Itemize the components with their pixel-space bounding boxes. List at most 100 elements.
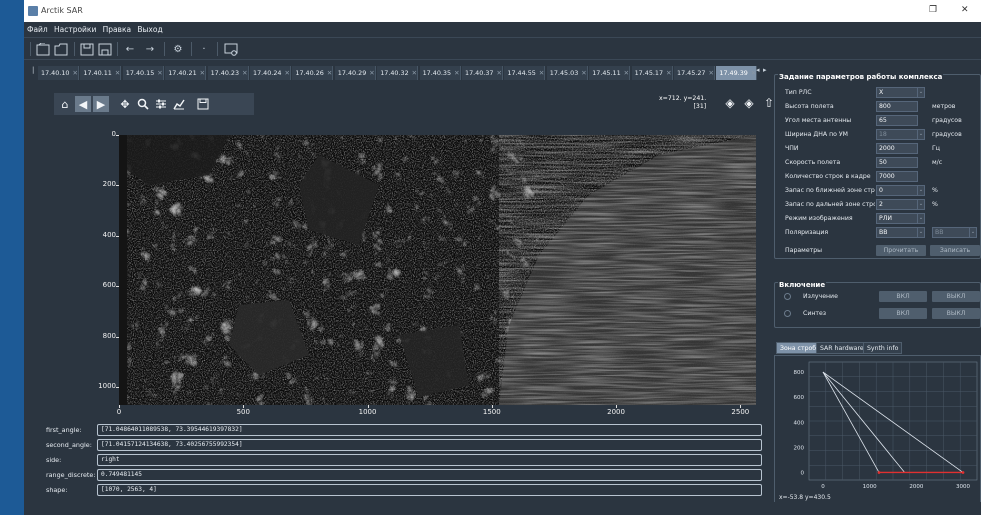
plot-toolbar: ⌂ ◀ ▶ ✥ <box>54 93 254 115</box>
tab-close-icon[interactable]: ✕ <box>72 69 77 77</box>
tab-close-icon[interactable]: ✕ <box>412 69 417 77</box>
param-value-field[interactable]: 0 <box>876 185 918 196</box>
tab-file[interactable]: 17.45.27 ✕ <box>674 66 715 80</box>
close-button[interactable]: ✕ <box>961 5 969 15</box>
tab-file[interactable]: 17.45.03 ✕ <box>546 66 588 80</box>
spin-arrow-icon[interactable]: ⌄ <box>918 129 925 140</box>
tab-close-icon[interactable]: ✕ <box>624 69 629 77</box>
tab-file[interactable]: 17.40.35 ✕ <box>419 66 461 80</box>
param-value-field[interactable]: 50 <box>876 157 918 168</box>
back-icon[interactable]: ◀ <box>75 96 91 112</box>
emission-off-button[interactable]: ВЫКЛ <box>932 291 980 302</box>
tab-file[interactable]: 17.40.11 ✕ <box>80 66 122 80</box>
param-value-field[interactable]: 18 <box>876 129 918 140</box>
forward-arrow-icon[interactable]: → <box>142 41 158 57</box>
spin-arrow-icon[interactable]: ⌄ <box>918 185 925 196</box>
dot-icon[interactable]: · <box>196 41 212 57</box>
tab-scroll-right-icon[interactable]: ▸ <box>763 66 767 74</box>
menu-edit[interactable]: Правка <box>103 22 132 38</box>
shape-field[interactable]: [1070, 2563, 4] <box>97 484 762 496</box>
tab-file[interactable]: 17.40.24 ✕ <box>250 66 291 80</box>
param-value-field[interactable]: ВВ <box>876 227 918 238</box>
param-value-field[interactable]: 65 <box>876 115 918 126</box>
menu-exit[interactable]: Выход <box>137 22 162 38</box>
tab-label: 17.49.39 <box>719 69 748 77</box>
tab-file[interactable]: 17.40.15 ✕ <box>122 66 164 80</box>
tab-file[interactable]: 17.49.39 ✕ <box>716 66 758 80</box>
tab-file[interactable]: 17.40.26 ✕ <box>292 66 334 80</box>
tab-close-icon[interactable]: ✕ <box>708 69 713 77</box>
write-button[interactable]: Записать <box>930 245 980 256</box>
spin-arrow-icon[interactable]: ⌄ <box>918 87 925 98</box>
tab-close-icon[interactable]: ✕ <box>284 69 289 77</box>
synthesis-off-button[interactable]: ВЫКЛ <box>932 308 980 319</box>
configure-subplots-icon[interactable] <box>153 96 169 112</box>
tab-close-icon[interactable]: ✕ <box>327 69 332 77</box>
tab-file[interactable]: 17.40.32 ✕ <box>377 66 419 80</box>
tab-close-icon[interactable]: ✕ <box>369 69 374 77</box>
param-value-field[interactable]: X <box>876 87 918 98</box>
tab-close-icon[interactable]: ✕ <box>115 69 120 77</box>
spin-arrow-icon[interactable]: ⌄ <box>970 227 977 238</box>
param-value-field[interactable]: 7000 <box>876 171 918 182</box>
spin-arrow-icon[interactable]: ⌄ <box>918 199 925 210</box>
spin-arrow-icon[interactable]: ⌄ <box>918 227 925 238</box>
shape-row: shape: [1070, 2563, 4] <box>34 484 769 496</box>
range-discrete-field[interactable]: 0.749481145 <box>97 469 762 481</box>
diamond-right-icon[interactable]: ◈ <box>740 93 758 113</box>
synthesis-on-button[interactable]: ВКЛ <box>879 308 927 319</box>
spin-arrow-icon[interactable]: ⌄ <box>918 213 925 224</box>
menu-settings[interactable]: Настройки <box>54 22 96 38</box>
open-folder-icon[interactable] <box>53 41 69 57</box>
tab-file[interactable]: 17.40.21 ✕ <box>165 66 207 80</box>
menu-file[interactable]: Файл <box>27 22 48 38</box>
settings-gear-icon[interactable]: ⚙ <box>170 41 186 57</box>
tab-synth-info[interactable]: Synth info <box>863 342 903 354</box>
tab-close-icon[interactable]: ✕ <box>242 69 247 77</box>
back-arrow-icon[interactable]: ← <box>122 41 138 57</box>
save-icon[interactable] <box>79 41 95 57</box>
synthesis-radio[interactable] <box>784 310 791 317</box>
diamond-left-icon[interactable]: ◈ <box>721 93 739 113</box>
tab-label: 17.40.32 <box>380 69 409 77</box>
side-field[interactable]: right <box>97 454 762 466</box>
home-icon[interactable]: ⌂ <box>57 96 73 112</box>
edit-axis-icon[interactable] <box>171 96 187 112</box>
tab-close-icon[interactable]: ✕ <box>454 69 459 77</box>
param-value-field[interactable]: РЛИ <box>876 213 918 224</box>
tab-close-icon[interactable]: ✕ <box>200 69 205 77</box>
param-value-field[interactable]: 2000 <box>876 143 918 154</box>
strobe-zone-chart[interactable]: 800 600 400 200 0 0 1000 2000 3000 x=-53.8 y=430.… <box>774 355 981 505</box>
zoom-icon[interactable] <box>135 96 151 112</box>
tab-file[interactable]: 17.45.11 ✕ <box>589 66 631 80</box>
param-second-value-field[interactable]: ВВ <box>932 227 970 238</box>
pan-icon[interactable]: ✥ <box>117 96 133 112</box>
save-figure-icon[interactable] <box>195 96 211 112</box>
restore-button[interactable]: ❐ <box>929 5 937 15</box>
tab-file[interactable]: 17.44.55 ✕ <box>504 66 546 80</box>
emission-on-button[interactable]: ВКЛ <box>879 291 927 302</box>
second-angle-field[interactable]: [71.04157124134638, 73.40256755992354] <box>97 439 762 451</box>
emission-radio[interactable] <box>784 293 791 300</box>
tab-scroll-left-icon[interactable]: ◂ <box>756 66 760 74</box>
tab-close-icon[interactable]: ✕ <box>666 69 671 77</box>
read-button[interactable]: Прочитать <box>876 245 926 256</box>
tab-close-icon[interactable]: ✕ <box>539 69 544 77</box>
param-value-field[interactable]: 2 <box>876 199 918 210</box>
open-file-icon[interactable] <box>35 41 51 57</box>
save-as-icon[interactable] <box>97 41 113 57</box>
tab-close-icon[interactable]: ✕ <box>496 69 501 77</box>
first-angle-field[interactable]: [71.04864011089538, 73.39544619397832] <box>97 424 762 436</box>
tab-file[interactable]: 17.40.10 ✕ <box>38 66 79 80</box>
tab-close-icon[interactable]: ✕ <box>157 69 162 77</box>
tab-file[interactable]: 17.40.37 ✕ <box>462 66 503 80</box>
monitor-settings-icon[interactable] <box>223 41 239 57</box>
tab-file[interactable]: 17.40.29 ✕ <box>334 66 376 80</box>
param-value-field[interactable]: 800 <box>876 101 918 112</box>
tab-file[interactable]: 17.40.23 ✕ <box>207 66 249 80</box>
tab-sar-hardware[interactable]: SAR hardware <box>816 342 868 354</box>
tab-file[interactable]: 17.45.17 ✕ <box>631 66 673 80</box>
tab-close-icon[interactable]: ✕ <box>581 69 586 77</box>
forward-icon[interactable]: ▶ <box>93 96 109 112</box>
sar-image-axes[interactable] <box>119 135 756 405</box>
